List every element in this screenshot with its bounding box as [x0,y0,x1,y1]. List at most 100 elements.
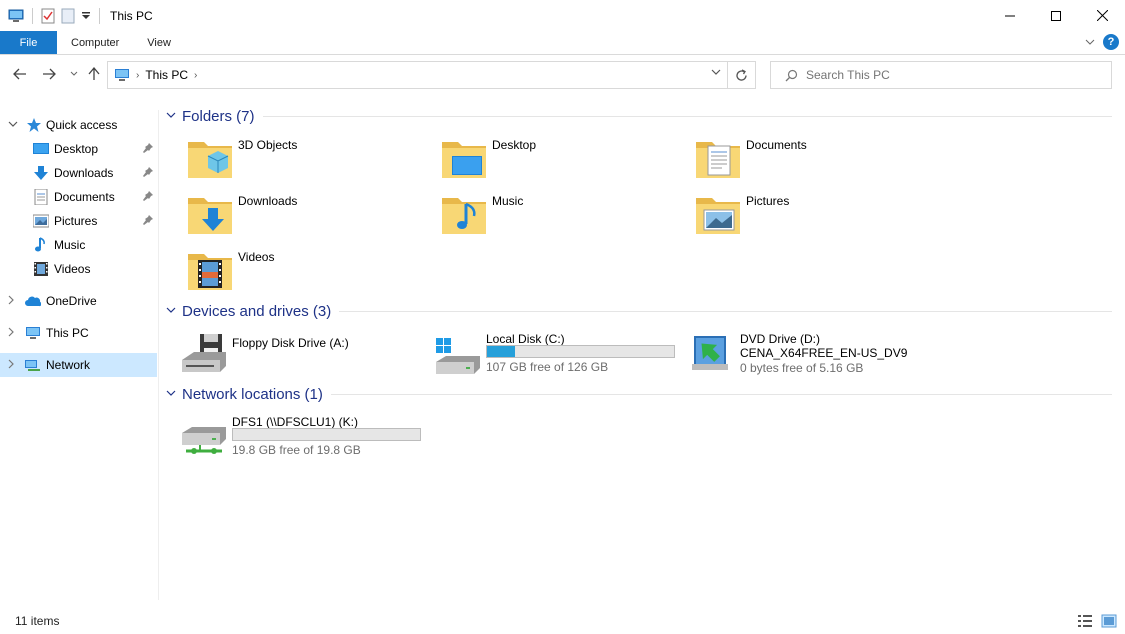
pin-icon[interactable] [143,166,153,180]
properties-icon[interactable] [41,8,55,24]
sidebar-item-pictures[interactable]: Pictures [0,209,157,233]
recent-locations-button[interactable] [66,66,82,82]
sidebar-item-downloads[interactable]: Downloads [0,161,157,185]
folder-downloads[interactable]: Downloads [186,190,436,246]
group-header-network[interactable]: Network locations (1) [166,384,1116,404]
3d-objects-folder-icon [188,142,232,178]
sidebar-item-label: Documents [54,190,115,204]
customize-qat-icon[interactable] [81,11,91,21]
back-button[interactable] [12,66,28,82]
minimize-button[interactable] [987,0,1033,31]
minimize-icon [1005,15,1015,16]
pin-icon[interactable] [143,190,153,204]
drive-floppy[interactable]: Floppy Disk Drive (A:) [180,328,430,384]
forward-button[interactable] [41,66,57,82]
maximize-button[interactable] [1033,0,1079,31]
chevron-down-icon[interactable] [8,120,18,131]
details-view-icon[interactable] [1077,614,1093,628]
group-divider [262,115,1112,117]
folder-music[interactable]: Music [440,190,690,246]
sidebar-item-label: Quick access [46,118,118,132]
item-name: Local Disk (C:) [486,332,565,346]
local-disk-icon [436,338,480,374]
item-volume-label: CENA_X64FREE_EN-US_DV9 [740,346,908,360]
chevron-down-icon[interactable] [166,389,182,400]
chevron-down-icon[interactable] [166,306,182,317]
pictures-folder-icon [696,198,740,234]
new-folder-icon[interactable] [61,8,75,24]
network-icon [25,360,40,371]
search-input[interactable] [806,68,1096,82]
videos-icon [34,262,48,276]
item-free-space: 19.8 GB free of 19.8 GB [232,443,361,457]
sidebar-item-label: Downloads [54,166,114,180]
refresh-icon [736,68,747,81]
computer-icon[interactable] [8,8,24,24]
window-title: This PC [110,8,153,23]
view-switcher [1077,614,1117,628]
sidebar-item-onedrive[interactable]: OneDrive [0,289,157,313]
file-list: Folders (7) 3D Objects Desktop Documents… [160,100,1125,600]
sidebar-item-documents[interactable]: Documents [0,185,157,209]
videos-folder-icon [188,254,232,290]
group-header-folders[interactable]: Folders (7) [166,106,1116,126]
tab-view[interactable]: View [133,31,185,54]
sidebar-item-this-pc[interactable]: This PC [0,321,157,345]
arrow-up-icon [88,67,100,80]
breadcrumb-separator[interactable]: › [194,70,197,81]
item-name: Desktop [492,138,537,152]
breadcrumb-this-pc[interactable]: This PC [145,68,188,82]
folder-3d-objects[interactable]: 3D Objects [186,134,436,190]
item-name: Pictures [746,194,790,208]
chevron-right-icon[interactable] [8,359,15,372]
breadcrumb: › This PC › [114,68,197,82]
sidebar-item-videos[interactable]: Videos [0,257,157,281]
computer-icon [26,327,40,339]
pin-icon[interactable] [143,142,153,156]
sidebar-item-label: This PC [46,326,89,340]
close-icon [1096,10,1108,21]
large-icons-view-icon[interactable] [1101,614,1117,628]
item-name: DVD Drive (D:) [740,332,820,346]
item-name: Documents [746,138,807,152]
item-name: DFS1 (\\DFSCLU1) (K:) [232,415,359,429]
search-box[interactable] [770,61,1112,89]
item-free-space: 107 GB free of 126 GB [486,360,609,374]
address-dropdown-button[interactable] [711,68,721,79]
expand-ribbon-icon[interactable] [1085,38,1095,46]
tab-computer[interactable]: Computer [57,31,133,54]
close-button[interactable] [1079,0,1125,31]
chevron-right-icon[interactable] [8,327,15,340]
pin-icon[interactable] [143,214,153,228]
sidebar-item-label: Network [46,358,91,372]
ribbon-tabs: File Computer View ? [0,31,1125,55]
folder-desktop[interactable]: Desktop [440,134,690,190]
up-button[interactable] [86,66,102,82]
folder-documents[interactable]: Documents [694,134,944,190]
qat-separator [99,7,100,24]
sidebar-item-label: Pictures [54,214,98,228]
address-bar[interactable]: › This PC › [107,61,756,89]
refresh-button[interactable] [727,62,755,88]
drive-dvd-d[interactable]: DVD Drive (D:) CENA_X64FREE_EN-US_DV9 0 … [688,328,938,384]
downloads-folder-icon [188,198,232,234]
sidebar-item-desktop[interactable]: Desktop [0,137,157,161]
sidebar-item-quick-access[interactable]: Quick access [0,113,157,137]
breadcrumb-separator[interactable]: › [136,70,139,81]
sidebar-item-label: Desktop [54,142,99,156]
chevron-down-icon[interactable] [166,111,182,122]
drive-local-c[interactable]: Local Disk (C:) 107 GB free of 126 GB [434,328,684,384]
qat-separator [32,7,33,24]
chevron-right-icon[interactable] [8,295,15,308]
sidebar-item-network[interactable]: Network [0,353,157,377]
ribbon-right: ? [1085,34,1119,50]
folder-videos[interactable]: Videos [186,246,436,302]
group-header-devices[interactable]: Devices and drives (3) [166,301,1116,321]
folder-pictures[interactable]: Pictures [694,190,944,246]
desktop-folder-icon [442,142,486,178]
sidebar-item-music[interactable]: Music [0,233,157,257]
tab-file[interactable]: File [0,31,57,54]
help-icon[interactable]: ? [1103,34,1119,50]
chevron-down-icon [70,71,78,76]
network-drive-k[interactable]: DFS1 (\\DFSCLU1) (K:) 19.8 GB free of 19… [180,411,430,467]
